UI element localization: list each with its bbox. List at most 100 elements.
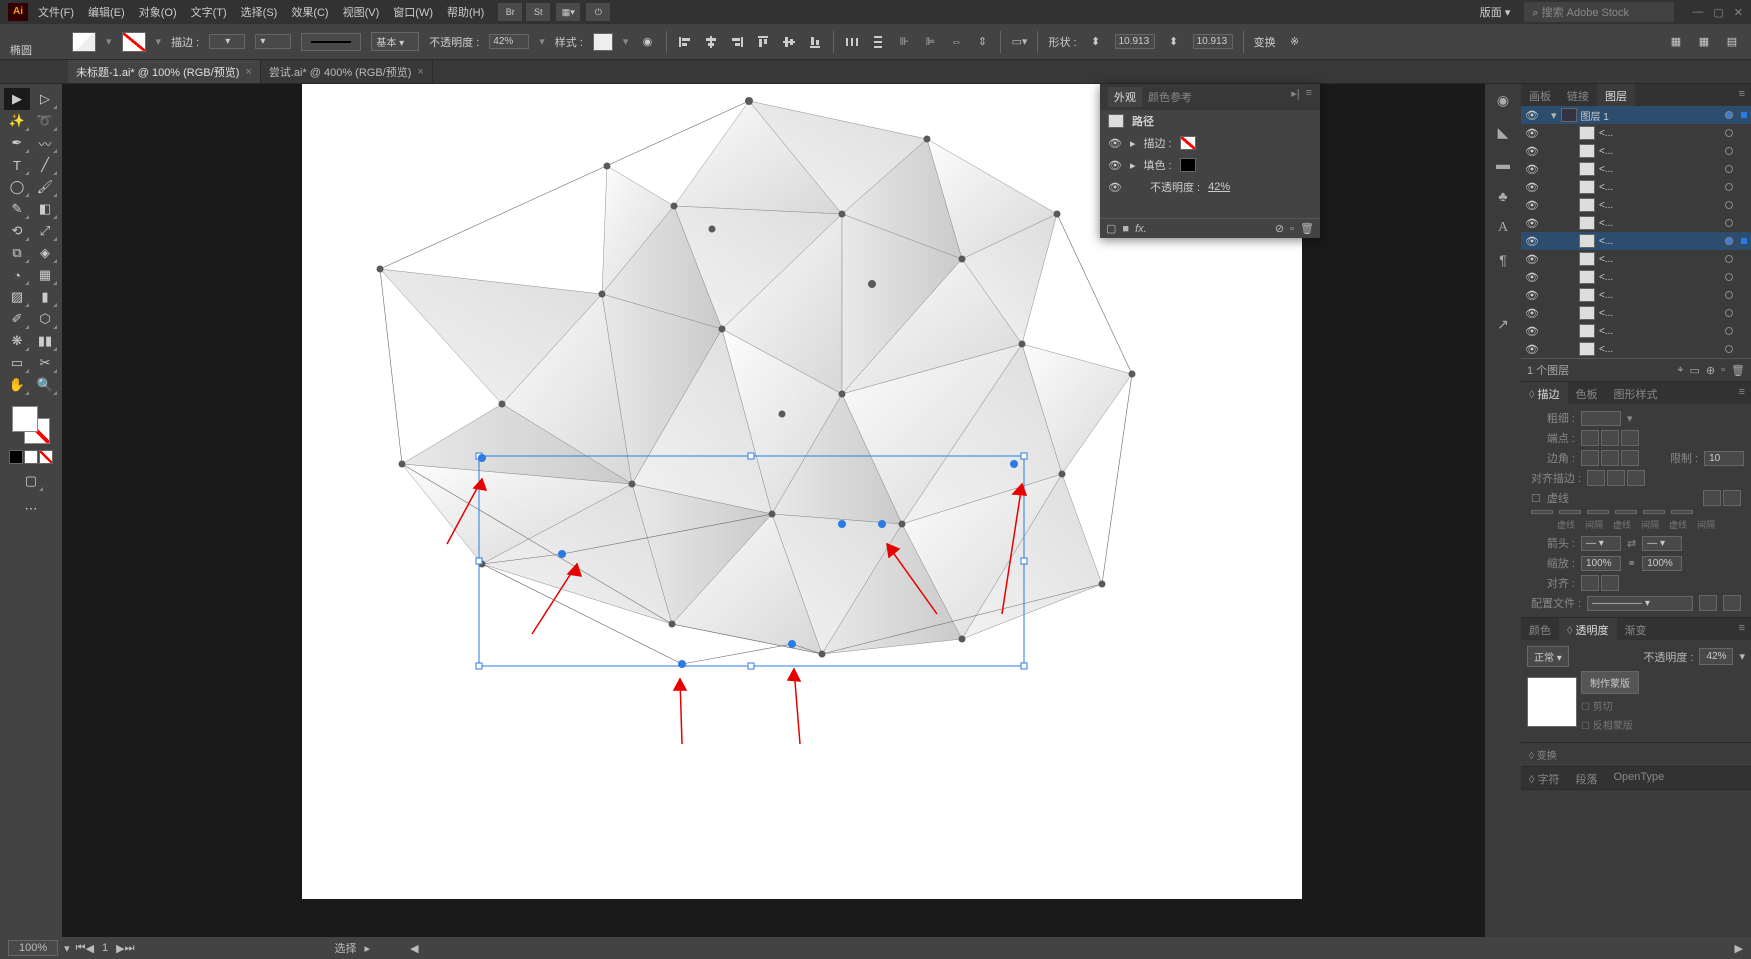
target-icon[interactable] xyxy=(1725,345,1733,353)
fill-color[interactable] xyxy=(12,406,38,432)
perspective-tool[interactable]: ▦ xyxy=(32,264,58,286)
sublayer-row[interactable]: 👁 <... xyxy=(1521,286,1751,304)
visibility-icon[interactable]: 👁 xyxy=(1108,159,1122,172)
dist-v-icon[interactable] xyxy=(870,34,886,50)
dash-3[interactable] xyxy=(1643,510,1665,514)
sublayer-row[interactable]: 👁 <... xyxy=(1521,214,1751,232)
tab-character[interactable]: ◊ 字符 xyxy=(1521,767,1568,789)
align-hcenter-icon[interactable] xyxy=(703,34,719,50)
dashed-checkbox[interactable]: ☐ xyxy=(1531,492,1541,505)
target-icon[interactable] xyxy=(1725,291,1733,299)
properties-icon[interactable]: ◉ xyxy=(1491,90,1515,110)
cap-butt[interactable] xyxy=(1581,430,1599,446)
export-icon[interactable]: ↗ xyxy=(1491,314,1515,334)
sublayer-name[interactable]: <... xyxy=(1599,182,1721,193)
align-left-icon[interactable] xyxy=(677,34,693,50)
profile-dropdown[interactable]: ————— ▾ xyxy=(1587,596,1693,611)
flip-h[interactable] xyxy=(1699,595,1717,611)
blend-tool[interactable]: ⬡ xyxy=(32,308,58,330)
sublayer-name[interactable]: <... xyxy=(1599,218,1721,229)
stroke-weight-input[interactable]: ▾ xyxy=(209,34,245,49)
dist-spacing-v-icon[interactable]: ⇕ xyxy=(974,34,990,50)
menu-view[interactable]: 视图(V) xyxy=(343,4,380,20)
make-clip-icon[interactable]: ▭ xyxy=(1690,364,1700,377)
target-icon[interactable] xyxy=(1725,111,1733,119)
arrow-scale-start[interactable]: 100% xyxy=(1581,556,1621,571)
delete-icon[interactable]: 🗑 xyxy=(1300,222,1314,235)
gap-2[interactable] xyxy=(1615,510,1637,514)
arrow-end[interactable]: — ▾ xyxy=(1642,536,1682,551)
selection-tool[interactable]: ▶ xyxy=(4,88,30,110)
fill-swatch[interactable] xyxy=(1180,158,1196,172)
menu-object[interactable]: 对象(O) xyxy=(139,4,177,20)
sublayer-row[interactable]: 👁 <... xyxy=(1521,268,1751,286)
pen-tool[interactable]: ✒ xyxy=(4,132,30,154)
menu-edit[interactable]: 编辑(E) xyxy=(88,4,125,20)
layer-name[interactable]: 图层 1 xyxy=(1581,108,1721,123)
new-layer-icon[interactable]: ▫ xyxy=(1721,364,1725,376)
panel-menu-icon[interactable]: ≡ xyxy=(1306,87,1312,107)
sublayer-row[interactable]: 👁 <... xyxy=(1521,322,1751,340)
stroke-weight-field[interactable] xyxy=(1581,411,1621,426)
target-icon[interactable] xyxy=(1725,183,1733,191)
character-panel[interactable]: ◊ 字符 段落 OpenType xyxy=(1521,767,1751,790)
panel-menu-icon[interactable]: ≡ xyxy=(1733,382,1751,404)
ellipse-tool[interactable]: ◯ xyxy=(4,176,30,198)
width-input[interactable] xyxy=(1115,34,1155,49)
align-right-icon[interactable] xyxy=(729,34,745,50)
cap-square[interactable] xyxy=(1621,430,1639,446)
sublayer-name[interactable]: <... xyxy=(1599,344,1721,355)
collapse-icon[interactable]: ▾ xyxy=(1551,109,1557,122)
visibility-icon[interactable]: 👁 xyxy=(1525,307,1537,320)
prev-icon[interactable]: ◀ xyxy=(86,942,94,955)
recolor-icon[interactable]: ◉ xyxy=(638,33,656,51)
dist-h-icon[interactable] xyxy=(844,34,860,50)
libraries-icon[interactable]: ◣ xyxy=(1491,122,1515,142)
collapse-icon[interactable]: ▸ xyxy=(1130,159,1136,172)
stroke-swatch[interactable] xyxy=(1180,136,1196,150)
dash-2[interactable] xyxy=(1587,510,1609,514)
target-icon[interactable] xyxy=(1725,147,1733,155)
miter-limit[interactable]: 10 xyxy=(1704,451,1744,466)
visibility-icon[interactable]: 👁 xyxy=(1525,145,1537,158)
add-effect-icon[interactable]: fx. xyxy=(1135,223,1147,235)
tab-color[interactable]: 颜色 xyxy=(1521,618,1559,640)
dash-1[interactable] xyxy=(1531,510,1553,514)
add-stroke-icon[interactable]: ▢ xyxy=(1106,222,1116,235)
stock-icon[interactable]: St xyxy=(526,3,550,21)
visibility-icon[interactable]: 👁 xyxy=(1525,181,1537,194)
tab-layers[interactable]: 图层 xyxy=(1597,84,1635,106)
sublayer-name[interactable]: <... xyxy=(1599,290,1721,301)
artboard-nav[interactable]: 1 xyxy=(94,942,116,954)
lasso-tool[interactable]: ➰ xyxy=(32,110,58,132)
menu-effect[interactable]: 效果(C) xyxy=(291,4,328,20)
object-thumb[interactable] xyxy=(1527,677,1577,727)
workspace-switcher[interactable]: 版面 ▾ xyxy=(1474,4,1517,20)
target-icon[interactable] xyxy=(1725,201,1733,209)
join-round[interactable] xyxy=(1601,450,1619,466)
sublayer-row[interactable]: 👁 <... xyxy=(1521,178,1751,196)
tab-graphic-styles[interactable]: 图形样式 xyxy=(1606,382,1666,404)
align-top-icon[interactable] xyxy=(755,34,771,50)
var-width-profile[interactable]: ▾ xyxy=(255,34,291,49)
gpu-icon[interactable]: ⏻ xyxy=(586,3,610,21)
sublayer-row[interactable]: 👁 <... xyxy=(1521,250,1751,268)
tab-close-icon[interactable]: × xyxy=(245,66,251,78)
color-solid-icon[interactable] xyxy=(9,450,23,464)
opacity-input[interactable] xyxy=(489,34,529,49)
menu-help[interactable]: 帮助(H) xyxy=(447,4,484,20)
menu-file[interactable]: 文件(F) xyxy=(38,4,74,20)
collapse-icon[interactable]: ▸ xyxy=(1130,137,1136,150)
tab-links[interactable]: 链接 xyxy=(1559,84,1597,106)
target-icon[interactable] xyxy=(1725,255,1733,263)
sublayer-row[interactable]: 👁 <... xyxy=(1521,304,1751,322)
tab-gradient[interactable]: 渐变 xyxy=(1617,618,1655,640)
layer-row-top[interactable]: 👁 ▾ 图层 1 xyxy=(1521,106,1751,124)
dash-preserve[interactable] xyxy=(1703,490,1721,506)
duplicate-icon[interactable]: ▫ xyxy=(1290,223,1294,235)
eraser-tool[interactable]: ◧ xyxy=(32,198,58,220)
locate-icon[interactable]: ⌖ xyxy=(1677,364,1683,377)
edit-similar-icon[interactable]: ▦ xyxy=(1695,33,1713,51)
slice-tool[interactable]: ✂ xyxy=(32,352,58,374)
maximize-icon[interactable]: ▢ xyxy=(1713,6,1723,19)
